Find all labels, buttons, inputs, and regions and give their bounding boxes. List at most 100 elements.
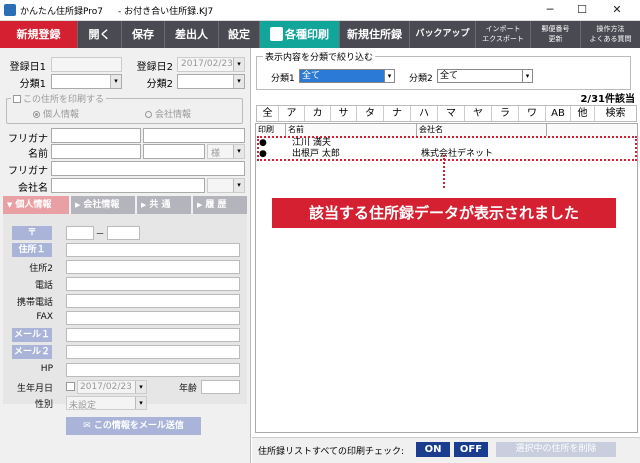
kana-tab[interactable]: 全 bbox=[257, 106, 279, 121]
triangle-right-icon: ▶ bbox=[75, 201, 81, 209]
help-label: 操作方法 bbox=[596, 25, 625, 33]
print-check-label: 住所録リストすべての印刷チェック: bbox=[258, 447, 405, 457]
help-button[interactable]: 操作方法よくある質問 bbox=[581, 21, 640, 48]
triangle-down-icon: ▼ bbox=[7, 201, 13, 209]
triangle-right-icon: ▶ bbox=[197, 201, 203, 209]
gender-select[interactable]: 未設定 ▾ bbox=[66, 396, 147, 411]
send-mail-button[interactable]: ✉ この情報をメール送信 bbox=[66, 417, 201, 435]
personal-info-panel: 〒 － 住所１ 住所2 電話 携帯電話 FAX メール１ メール２ HP 生年月… bbox=[3, 214, 247, 411]
company-field[interactable] bbox=[51, 178, 205, 193]
radio-company-label: 会社情報 bbox=[155, 110, 192, 120]
tab-company[interactable]: ▶ 会社情報 bbox=[71, 196, 135, 214]
search-tab[interactable]: 検索 bbox=[595, 106, 636, 121]
tab-personal[interactable]: ▼ 個人情報 bbox=[3, 196, 69, 214]
col-company[interactable]: 会社名 bbox=[417, 124, 547, 136]
filter2-select[interactable]: 全て ▾ bbox=[437, 69, 533, 83]
import-label: インポート bbox=[485, 25, 521, 33]
tab-personal-label: 個人情報 bbox=[15, 200, 52, 210]
birthday-checkbox[interactable] bbox=[66, 382, 75, 391]
kana-tab[interactable]: マ bbox=[438, 106, 465, 121]
radio-personal[interactable]: 個人情報 bbox=[33, 107, 79, 120]
address-list[interactable]: 印刷 名前 会社名 ● 江川 満夫 ● 出根戸 太郎 株式会社デネット bbox=[255, 123, 638, 433]
new-register-button[interactable]: 新規登録 bbox=[0, 21, 78, 48]
col-print[interactable]: 印刷 bbox=[256, 124, 286, 136]
save-button[interactable]: 保存 bbox=[122, 21, 165, 48]
col-name[interactable]: 名前 bbox=[286, 124, 417, 136]
new-book-label: 新規住所録 bbox=[347, 28, 402, 41]
print-button[interactable]: 各種印刷 bbox=[260, 21, 340, 48]
settings-button[interactable]: 設定 bbox=[219, 21, 260, 48]
chevron-down-icon: ▾ bbox=[233, 145, 244, 158]
sender-button[interactable]: 差出人 bbox=[165, 21, 219, 48]
first-name-field[interactable] bbox=[143, 144, 205, 159]
furigana-last-field[interactable] bbox=[51, 128, 141, 143]
highlight-box bbox=[257, 136, 637, 161]
age-label: 年齢 bbox=[178, 384, 197, 394]
radio-company[interactable]: 会社情報 bbox=[145, 107, 191, 120]
send-mail-label: この情報をメール送信 bbox=[93, 421, 184, 431]
kana-tab[interactable]: タ bbox=[357, 106, 384, 121]
name-label: 名前 bbox=[28, 149, 48, 160]
company-furigana-field[interactable] bbox=[51, 161, 245, 176]
reg-date2-field[interactable]: 2017/02/23 ▾ bbox=[177, 57, 245, 72]
close-button[interactable]: ✕ bbox=[602, 0, 632, 21]
backup-button[interactable]: バックアップ bbox=[410, 21, 476, 48]
print-group-label: この住所を印刷する bbox=[23, 95, 105, 105]
import-export-button[interactable]: インポート エクスポート bbox=[476, 21, 531, 48]
filter1-label: 分類1 bbox=[271, 74, 295, 84]
tab-common-label: 共 通 bbox=[149, 200, 171, 210]
minimize-button[interactable]: ─ bbox=[535, 0, 565, 21]
tab-common[interactable]: ▶ 共 通 bbox=[137, 196, 191, 214]
chevron-down-icon: ▾ bbox=[233, 179, 244, 192]
mail1-field[interactable] bbox=[66, 328, 240, 342]
postal-update-button[interactable]: 郵便番号 更新 bbox=[531, 21, 581, 48]
cat1-select[interactable]: ▾ bbox=[51, 74, 122, 89]
open-label: 開く bbox=[88, 28, 111, 41]
chevron-down-icon: ▾ bbox=[384, 70, 394, 82]
cat2-label: 分類2 bbox=[146, 79, 173, 90]
zip-field-1[interactable] bbox=[66, 226, 94, 240]
mail2-field[interactable] bbox=[66, 345, 240, 359]
kana-tab[interactable]: 他 bbox=[571, 106, 595, 121]
open-button[interactable]: 開く bbox=[78, 21, 122, 48]
company-dept-select[interactable]: ▾ bbox=[207, 178, 245, 193]
cat2-select[interactable]: ▾ bbox=[177, 74, 245, 89]
reg-date1-field[interactable] bbox=[51, 57, 122, 72]
print-checkbox[interactable] bbox=[13, 95, 21, 103]
zip-field-2[interactable] bbox=[107, 226, 140, 240]
new-address-book-button[interactable]: 新規住所録 bbox=[340, 21, 410, 48]
app-icon bbox=[4, 4, 16, 16]
hp-field[interactable] bbox=[66, 363, 240, 377]
birthday-label: 生年月日 bbox=[16, 384, 53, 394]
fax-field[interactable] bbox=[66, 311, 240, 325]
addr1-field[interactable] bbox=[66, 243, 240, 257]
delete-selected-button[interactable]: 選択中の住所を削除 bbox=[496, 442, 616, 457]
kana-tab[interactable]: ワ bbox=[519, 106, 546, 121]
maximize-button[interactable]: ☐ bbox=[567, 0, 597, 21]
addr2-field[interactable] bbox=[66, 260, 240, 274]
kana-tab[interactable]: AB bbox=[546, 106, 571, 121]
last-name-field[interactable] bbox=[51, 144, 141, 159]
phone-field[interactable] bbox=[66, 277, 240, 291]
on-button[interactable]: ON bbox=[416, 442, 450, 457]
kana-tab[interactable]: ラ bbox=[492, 106, 519, 121]
kana-tab[interactable]: ナ bbox=[384, 106, 411, 121]
furigana-first-field[interactable] bbox=[143, 128, 245, 143]
age-field[interactable] bbox=[201, 380, 240, 394]
furigana2-label: フリガナ bbox=[8, 166, 48, 177]
birthday-field[interactable]: 2017/02/23 ▾ bbox=[77, 380, 147, 394]
kana-tab[interactable]: ア bbox=[279, 106, 305, 121]
tab-history[interactable]: ▶ 履 歴 bbox=[193, 196, 247, 214]
mobile-field[interactable] bbox=[66, 294, 240, 308]
filter1-select[interactable]: 全て ▾ bbox=[299, 69, 395, 83]
off-button[interactable]: OFF bbox=[454, 442, 488, 457]
honorific-select[interactable]: 様 ▾ bbox=[207, 144, 245, 159]
kana-tab[interactable]: ハ bbox=[411, 106, 438, 121]
hp-label: HP bbox=[40, 364, 53, 374]
faq-label: よくある質問 bbox=[589, 35, 632, 43]
kana-tab[interactable]: サ bbox=[331, 106, 357, 121]
kana-tab[interactable]: カ bbox=[305, 106, 331, 121]
app-title: かんたん住所録Pro7 bbox=[20, 7, 104, 17]
bottom-bar: 住所録リストすべての印刷チェック: ON OFF 選択中の住所を削除 bbox=[252, 437, 640, 463]
kana-tab[interactable]: ヤ bbox=[465, 106, 492, 121]
